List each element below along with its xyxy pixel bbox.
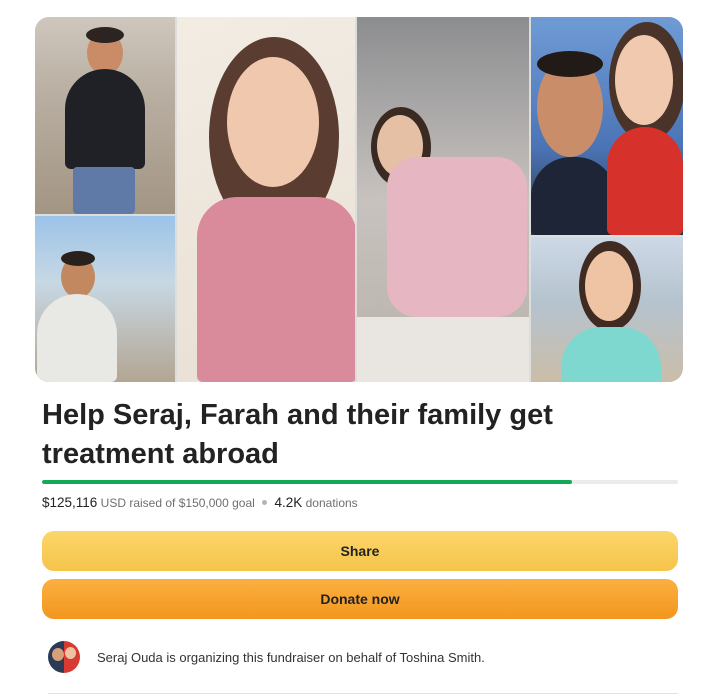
donate-now-button[interactable]: Donate now xyxy=(42,579,678,619)
photo-seraj-standing xyxy=(35,17,175,214)
progress-bar-fill xyxy=(42,480,573,484)
fundraising-stats: $125,116 USD raised of $150,000 goal 4.2… xyxy=(42,495,358,510)
progress-bar xyxy=(42,480,678,484)
organizer-avatar[interactable] xyxy=(48,641,80,673)
organizer-info: Seraj Ouda is organizing this fundraiser… xyxy=(48,641,485,673)
hero-image-collage xyxy=(35,17,683,382)
photo-farah-beach xyxy=(531,237,683,382)
page-title: Help Seraj, Farah and their family get t… xyxy=(42,399,553,470)
photo-seraj-rubble xyxy=(35,216,175,382)
goal-amount: $150,000 xyxy=(178,496,229,510)
donate-button-label: Donate now xyxy=(320,591,400,607)
goal-label: goal xyxy=(232,496,255,510)
share-button-label: Share xyxy=(340,543,380,559)
raised-of-label: raised of xyxy=(129,496,176,510)
currency-label: USD xyxy=(100,496,126,510)
organizer-text: Seraj Ouda is organizing this fundraiser… xyxy=(97,649,485,665)
share-button[interactable]: Share xyxy=(42,531,678,571)
donations-label: donations xyxy=(305,496,358,510)
photo-farah-hospital xyxy=(357,17,529,382)
donations-count: 4.2K xyxy=(274,495,303,510)
section-divider xyxy=(48,693,678,694)
photo-seraj-farah-selfie xyxy=(531,17,683,235)
separator-dot xyxy=(262,500,268,506)
raised-amount: $125,116 xyxy=(42,495,98,510)
photo-farah-portrait xyxy=(177,17,355,382)
